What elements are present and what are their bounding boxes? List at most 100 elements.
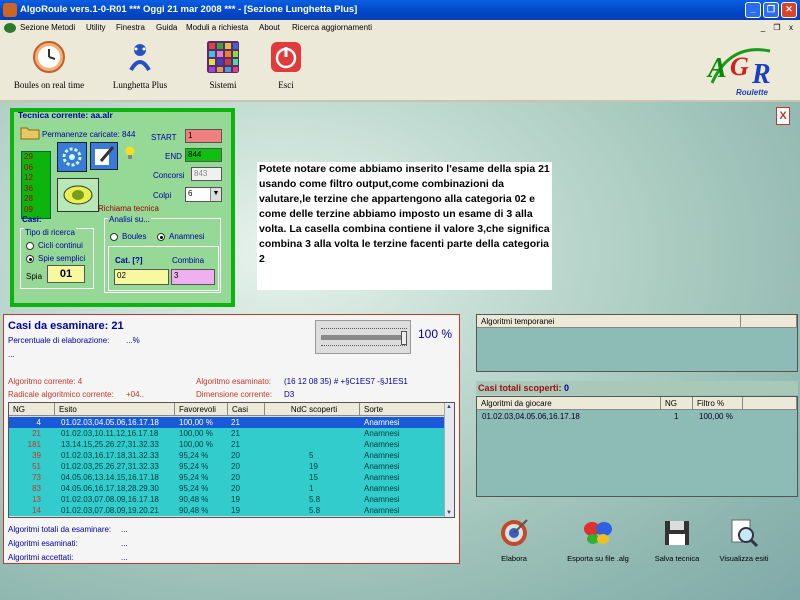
colpi-select[interactable]: 6 ▼ xyxy=(185,187,222,202)
menu-ricerca-aggiornamenti[interactable]: Ricerca aggiornamenti xyxy=(292,20,372,36)
table-cell: 21 xyxy=(231,440,240,449)
table-row[interactable]: 4 01.02.03,04.05.06,16.17.18 100,00 % 21 Ana… xyxy=(9,417,446,428)
table-row[interactable]: 14 01.02.03,07.08.09,19.20.21 90,48 % 19 5.8… xyxy=(9,505,446,516)
column-header[interactable]: Filtro % xyxy=(693,397,743,410)
table-cell: 19 xyxy=(309,462,318,471)
progress-ticks-top xyxy=(321,328,407,331)
colpi-label: Colpi xyxy=(153,191,172,200)
dots-text: ... xyxy=(8,350,15,359)
esci-button[interactable]: Esci xyxy=(266,40,306,90)
anamnesi-radio[interactable] xyxy=(157,233,165,241)
richiama-icon[interactable] xyxy=(57,178,99,212)
cat-field[interactable]: 02 xyxy=(114,269,169,285)
mdi-restore-button[interactable]: ❐ xyxy=(772,22,782,33)
table-row[interactable]: 51 01.02.03,25.26.27,31.32.33 95,24 % 20 19 A… xyxy=(9,461,446,472)
esporta-label: Esporta su file .alg xyxy=(567,554,629,563)
table-row[interactable]: 181 13.14.15,25.26.27,31.32.33 100,00 % 21 A… xyxy=(9,439,446,450)
spia-field[interactable]: 01 xyxy=(47,265,85,283)
toolbar: Boules on real time Lunghetta Plus Siste… xyxy=(0,36,800,100)
salva-tecnica-button[interactable]: Salva tecnica xyxy=(648,518,706,563)
menu-sezione-metodi[interactable]: Sezione Metodi xyxy=(20,20,75,36)
menu-bar: Sezione Metodi Utility Finestra Guida Mo… xyxy=(0,20,800,36)
table-row[interactable]: 21 01.02.03,10.11.12,16.17.18 100,00 % 21 An… xyxy=(9,428,446,439)
table-cell: 01.02.03,16.17.18,31.32.33 xyxy=(61,451,159,460)
spie-radio[interactable] xyxy=(26,255,34,263)
column-header[interactable]: NdC scoperti xyxy=(265,403,360,416)
tipo-ricerca-label: Tipo di ricerca xyxy=(24,228,76,237)
column-header[interactable]: Casi xyxy=(228,403,265,416)
sistemi-button[interactable]: Sistemi xyxy=(200,40,246,90)
menu-finestra[interactable]: Finestra xyxy=(116,20,145,36)
lightbulb-icon[interactable] xyxy=(124,146,136,160)
mdi-minimize-button[interactable]: _ xyxy=(758,22,768,33)
table-cell: 5.8 xyxy=(309,506,321,515)
menu-utility[interactable]: Utility xyxy=(86,20,106,36)
table-cell: 95,24 % xyxy=(179,451,209,460)
column-header[interactable]: Sorte xyxy=(360,403,446,416)
column-header[interactable]: Esito xyxy=(55,403,175,416)
table-cell: 01.02.03,25.26.27,31.32.33 xyxy=(61,462,159,471)
spie-label: Spie semplici xyxy=(38,254,86,263)
table-cell: 14 xyxy=(32,506,41,515)
concorsi-field[interactable]: 843 xyxy=(191,167,222,181)
table-scrollbar[interactable]: ▲ ▼ xyxy=(444,403,454,517)
svg-text:Roulette: Roulette xyxy=(736,88,769,97)
table-cell: 04.05.06,16.17.18,28.29.30 xyxy=(61,484,159,493)
number-item: 09 xyxy=(24,204,33,214)
close-window-button[interactable]: ✕ xyxy=(781,2,797,18)
maximize-button[interactable]: ❐ xyxy=(763,2,779,18)
end-field[interactable]: 844 xyxy=(185,148,222,162)
cicli-radio[interactable] xyxy=(26,242,34,250)
close-panel-button[interactable]: X xyxy=(776,107,790,125)
alg-esaminati-value: ... xyxy=(121,539,128,548)
spia-label: Spia xyxy=(26,272,43,281)
folder-icon[interactable] xyxy=(20,124,40,140)
start-field[interactable]: 1 xyxy=(185,129,222,143)
elabora-button[interactable]: Elabora xyxy=(492,518,536,563)
casi-totali-bar: Casi totali scoperti: 0 xyxy=(476,381,798,395)
title-bar: AlgoRoule vers.1-0-R01 *** Oggi 21 mar 2… xyxy=(0,0,800,20)
table-cell: 21 xyxy=(32,429,41,438)
table-row[interactable]: 73 04.05.06,13.14.15,16.17.18 95,24 % 20 15 A… xyxy=(9,472,446,483)
results-table[interactable]: NG Esito Favorevoli Casi NdC scoperti So… xyxy=(8,402,455,518)
table-row[interactable]: 83 04.05.06,16.17.18,28.29.30 95,24 % 20 1 An… xyxy=(9,483,446,494)
table-cell: 95,24 % xyxy=(179,473,209,482)
esporta-button[interactable]: Esporta su file .alg xyxy=(558,518,638,563)
minimize-button[interactable]: _ xyxy=(745,2,761,18)
chevron-down-icon[interactable]: ▼ xyxy=(210,188,221,201)
progress-text: 100 % xyxy=(418,327,453,341)
scroll-up-icon[interactable]: ▲ xyxy=(446,404,452,410)
column-header[interactable]: Algoritmi da giocare xyxy=(477,397,661,410)
visualizza-esiti-button[interactable]: Visualizza esiti xyxy=(712,518,776,563)
floppy-icon xyxy=(665,521,689,545)
table-row[interactable]: 13 01.02.03,07.08.09,16.17.18 90,48 % 19 5.8… xyxy=(9,494,446,505)
menu-guida[interactable]: Guida xyxy=(156,20,177,36)
mdi-close-button[interactable]: x xyxy=(786,22,796,33)
table-cell: Anamnesi xyxy=(364,473,400,482)
number-item: 06 xyxy=(24,162,33,172)
table-cell: 1 xyxy=(309,484,314,493)
table-row[interactable]: 39 01.02.03,16.17.18,31.32.33 95,24 % 20 5 An… xyxy=(9,450,446,461)
numbers-list[interactable]: 29 06 12 36 28 09 xyxy=(21,151,51,219)
menu-moduli[interactable]: Moduli a richiesta xyxy=(186,20,248,36)
sistemi-label: Sistemi xyxy=(209,80,237,90)
esci-label: Esci xyxy=(278,80,294,90)
column-header[interactable]: NG xyxy=(661,397,693,410)
column-header[interactable]: Favorevoli xyxy=(175,403,228,416)
edit-icon[interactable] xyxy=(90,142,118,170)
boules-realtime-button[interactable]: Boules on real time xyxy=(6,40,92,90)
table-cell: 20 xyxy=(231,484,240,493)
boules-radio[interactable] xyxy=(110,233,118,241)
table-row[interactable]: 01.02.03,04.05.06,16.17.18 1 100,00 % xyxy=(477,411,797,422)
column-header[interactable]: NG xyxy=(9,403,55,416)
alg-temp-header[interactable]: Algoritmi temporanei xyxy=(477,315,741,328)
combina-field[interactable]: 3 xyxy=(171,269,215,285)
power-icon xyxy=(271,42,301,72)
algoritmi-temporanei-table[interactable]: Algoritmi temporanei xyxy=(476,314,798,372)
algoritmi-da-giocare-table[interactable]: Algoritmi da giocare NG Filtro % 01.02.0… xyxy=(476,396,798,497)
gear-icon[interactable] xyxy=(57,142,87,172)
lunghetta-plus-button[interactable]: Lunghetta Plus xyxy=(104,40,176,90)
table-cell: Anamnesi xyxy=(364,418,400,427)
menu-about[interactable]: About xyxy=(259,20,280,36)
scroll-down-icon[interactable]: ▼ xyxy=(446,510,452,516)
